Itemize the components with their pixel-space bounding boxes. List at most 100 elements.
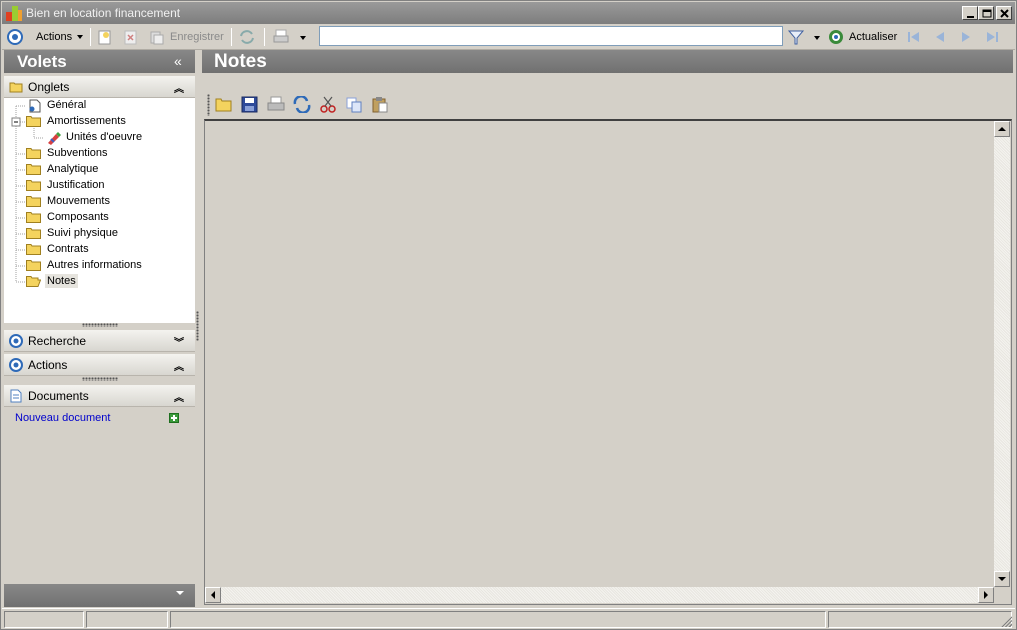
tree-item-label: Mouvements [47,195,110,207]
actions-menu-button[interactable]: Actions [36,31,84,43]
chevron-down-icon[interactable] [176,591,184,595]
folder-icon [26,180,41,191]
add-document-icon[interactable] [169,413,179,423]
close-icon [1000,9,1009,18]
next-record-icon[interactable] [957,28,975,46]
section-documents[interactable]: Documents ︽ [4,385,195,407]
save-button[interactable]: Enregistrer [170,31,224,43]
scroll-corner [994,587,1010,603]
scroll-left-button[interactable] [205,587,221,603]
last-record-icon[interactable] [983,28,1001,46]
refresh-button[interactable]: Actualiser [849,31,897,43]
arrow-down-icon [998,577,1006,581]
sync-icon[interactable] [293,96,311,113]
main-toolbar: Actions Enregistrer Actualiser [2,24,1015,50]
status-cell [170,611,826,628]
notes-toolbar [202,90,1013,118]
delete-icon[interactable] [122,28,140,46]
vertical-scrollbar[interactable] [994,121,1010,587]
tree-item-label: Composants [47,211,109,223]
resize-grip[interactable] [1000,615,1012,627]
actions-circle-icon[interactable] [6,28,24,46]
sync-icon[interactable] [238,28,256,46]
window-title: Bien en location financement [26,6,181,20]
toolbar-grip[interactable] [207,94,210,116]
tree-item-label: Suivi physique [47,227,118,239]
left-panel-footer[interactable] [4,584,195,607]
search-input[interactable] [319,26,783,46]
horizontal-scrollbar[interactable] [205,587,994,603]
scroll-down-button[interactable] [994,571,1010,587]
save-record-icon [150,31,164,45]
folder-icon [26,148,41,159]
volets-header: Volets « [4,50,195,73]
notes-title: Notes [214,51,267,72]
tree-item-label: Unités d'oeuvre [66,131,143,143]
chevron-down-icon[interactable]: ︾ [174,334,184,349]
title-bar[interactable]: Bien en location financement [2,2,1015,24]
print-icon[interactable] [272,28,290,46]
folder-icon [26,196,41,207]
chevron-up-icon[interactable]: ︽ [174,389,184,404]
section-recherche-label: Recherche [28,334,87,348]
panel-splitter[interactable] [196,311,199,341]
filter-dropdown-icon[interactable] [814,36,820,40]
folder-icon [26,244,41,255]
arrow-left-icon [211,591,215,599]
new-record-icon[interactable] [96,28,114,46]
section-actions[interactable]: Actions ︽ [4,354,195,376]
collapse-panel-button[interactable]: « [174,53,182,69]
chevron-up-icon[interactable]: ︽ [174,358,184,373]
open-folder-icon[interactable] [215,96,233,113]
right-panel: Notes [202,50,1013,608]
maximize-button[interactable] [978,6,994,20]
section-actions-label: Actions [28,358,68,372]
pencil-icon [48,132,61,145]
tree-item-label: Justification [47,179,105,191]
document-icon [10,389,22,403]
new-document-link[interactable]: Nouveau document [15,412,110,424]
actions-resize-grip[interactable] [82,377,118,381]
refresh-icon[interactable] [827,28,845,46]
folder-icon [26,228,41,239]
open-folder-icon [26,276,41,287]
save-icon[interactable] [241,96,259,113]
document-icon [29,99,41,113]
cut-icon[interactable] [319,96,337,113]
toolbar-separator [264,28,265,46]
maximize-icon [982,9,992,18]
tree-item-label: Amortissements [47,115,126,127]
tree-resize-grip[interactable] [82,323,118,327]
tree-item-label: Général [47,99,87,111]
minimize-icon [967,16,974,18]
folder-icon [26,212,41,223]
tree-item-label: Autres informations [47,259,142,271]
close-button[interactable] [996,6,1012,20]
notes-editor[interactable] [204,119,1012,605]
first-record-icon[interactable] [905,28,923,46]
print-dropdown-icon[interactable] [300,36,306,40]
scroll-up-button[interactable] [994,121,1010,137]
print-icon[interactable] [267,96,285,113]
scroll-right-button[interactable] [978,587,994,603]
paste-icon[interactable] [371,96,389,113]
section-onglets-label: Onglets [28,80,70,94]
chevron-up-icon[interactable]: ︽ [174,80,184,95]
minimize-button[interactable] [962,6,978,20]
tree-item-label: Analytique [47,163,99,175]
folder-icon [9,82,23,93]
section-onglets[interactable]: Onglets ︽ [4,76,195,98]
toolbar-separator [231,28,232,46]
status-cell [4,611,84,628]
tree-item-label: Contrats [47,243,89,255]
filter-icon[interactable] [787,28,805,46]
status-cell [86,611,168,628]
section-documents-label: Documents [28,389,89,403]
section-recherche[interactable]: Recherche ︾ [4,330,195,352]
actions-menu-label: Actions [36,31,73,43]
app-logo-icon [6,6,22,21]
copy-icon[interactable] [345,96,363,113]
previous-record-icon[interactable] [931,28,949,46]
volets-title: Volets [17,52,67,71]
application-window: Bien en location financement Actions Enr… [0,0,1017,630]
